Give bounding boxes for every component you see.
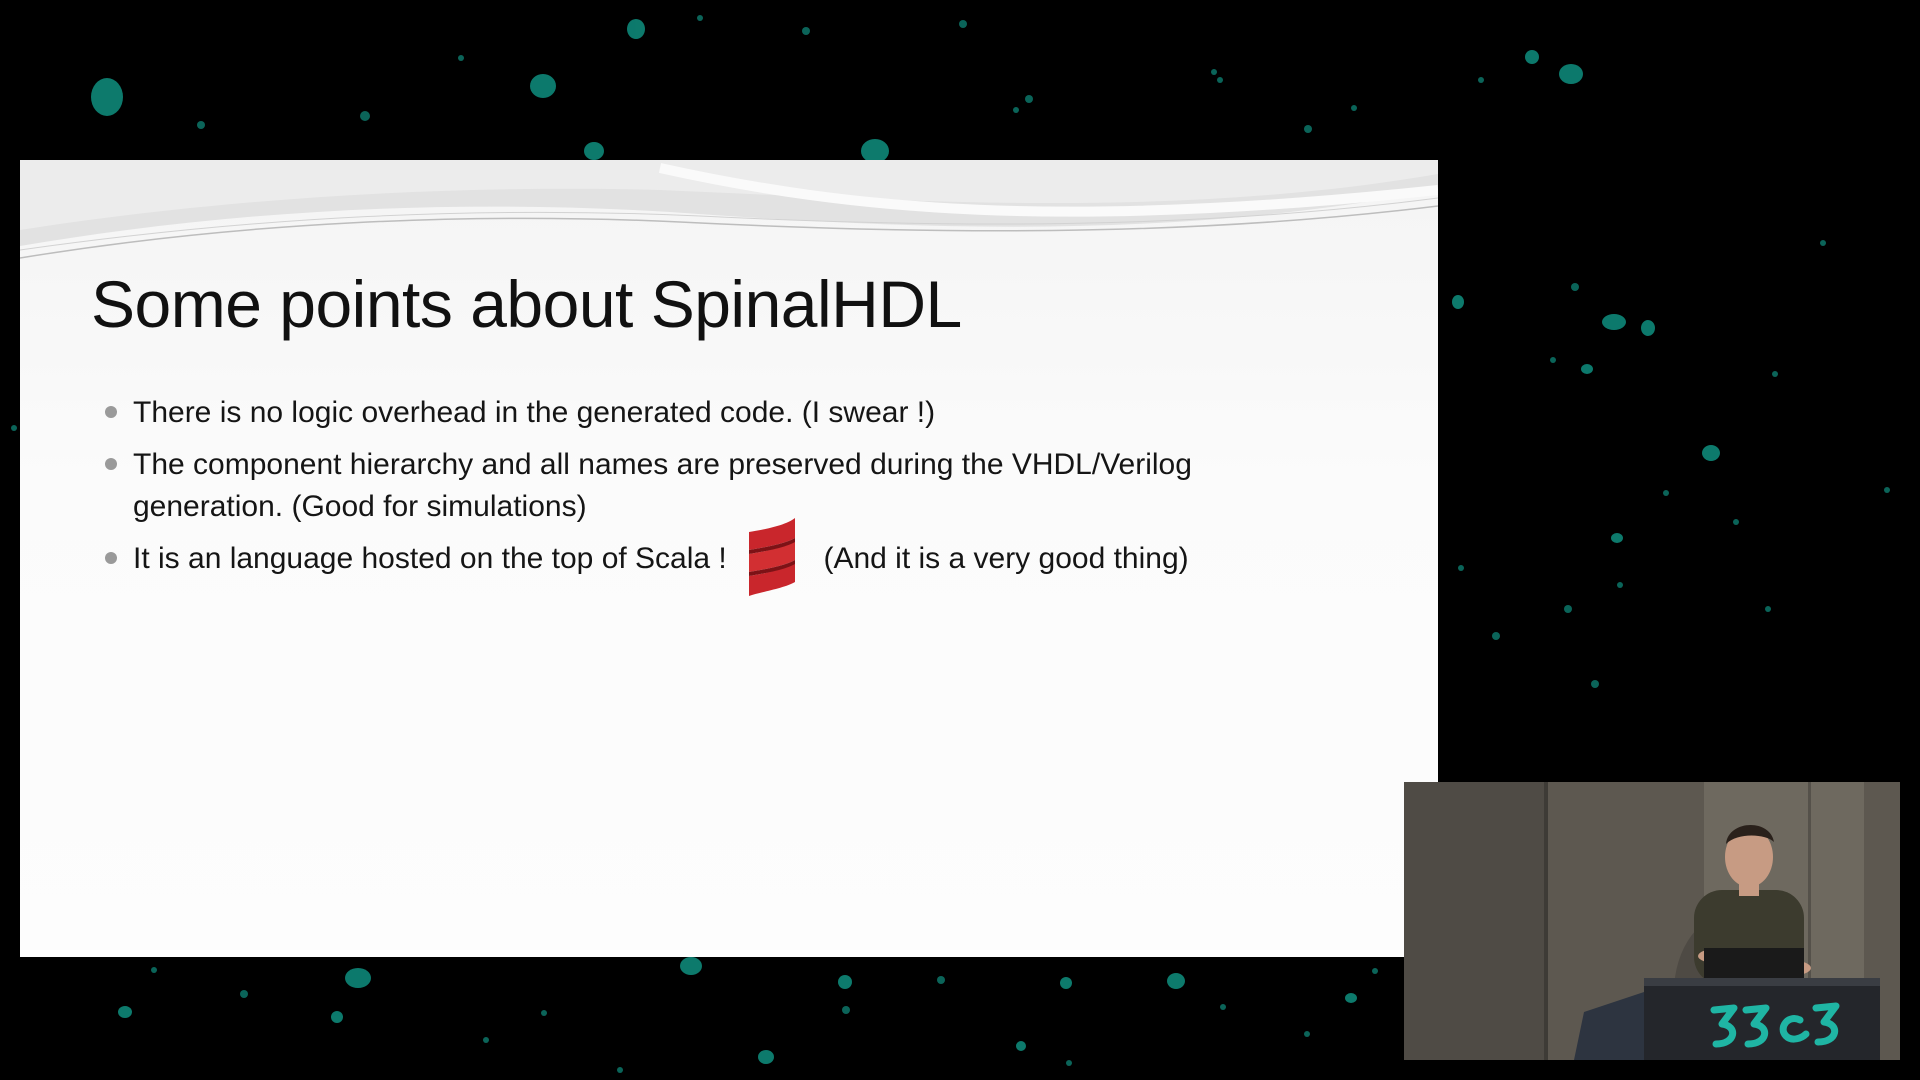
presentation-slide: Some points about SpinalHDL There is no … bbox=[20, 160, 1438, 957]
speaker-scene bbox=[1404, 782, 1900, 1060]
bullet-item: The component hierarchy and all names ar… bbox=[102, 444, 1342, 528]
bullet-dot-icon bbox=[105, 552, 117, 564]
bullet-dot-icon bbox=[105, 458, 117, 470]
bullet-text: The component hierarchy and all names ar… bbox=[133, 448, 1192, 523]
slide-title: Some points about SpinalHDL bbox=[91, 267, 962, 341]
scala-logo-icon bbox=[749, 518, 796, 597]
slide-header-swoosh bbox=[20, 160, 1438, 259]
bullet-dot-icon bbox=[105, 406, 117, 418]
bullet-item: It is an language hosted on the top of S… bbox=[102, 518, 1342, 597]
bullet-item: There is no logic overhead in the genera… bbox=[102, 392, 1342, 434]
bullet-text-after-logo: (And it is a very good thing) bbox=[823, 542, 1189, 575]
speaker-camera-feed bbox=[1404, 782, 1900, 1060]
bullet-list: There is no logic overhead in the genera… bbox=[102, 392, 1342, 597]
bullet-text: There is no logic overhead in the genera… bbox=[133, 396, 936, 429]
bullet-text-before-logo: It is an language hosted on the top of S… bbox=[133, 542, 727, 575]
